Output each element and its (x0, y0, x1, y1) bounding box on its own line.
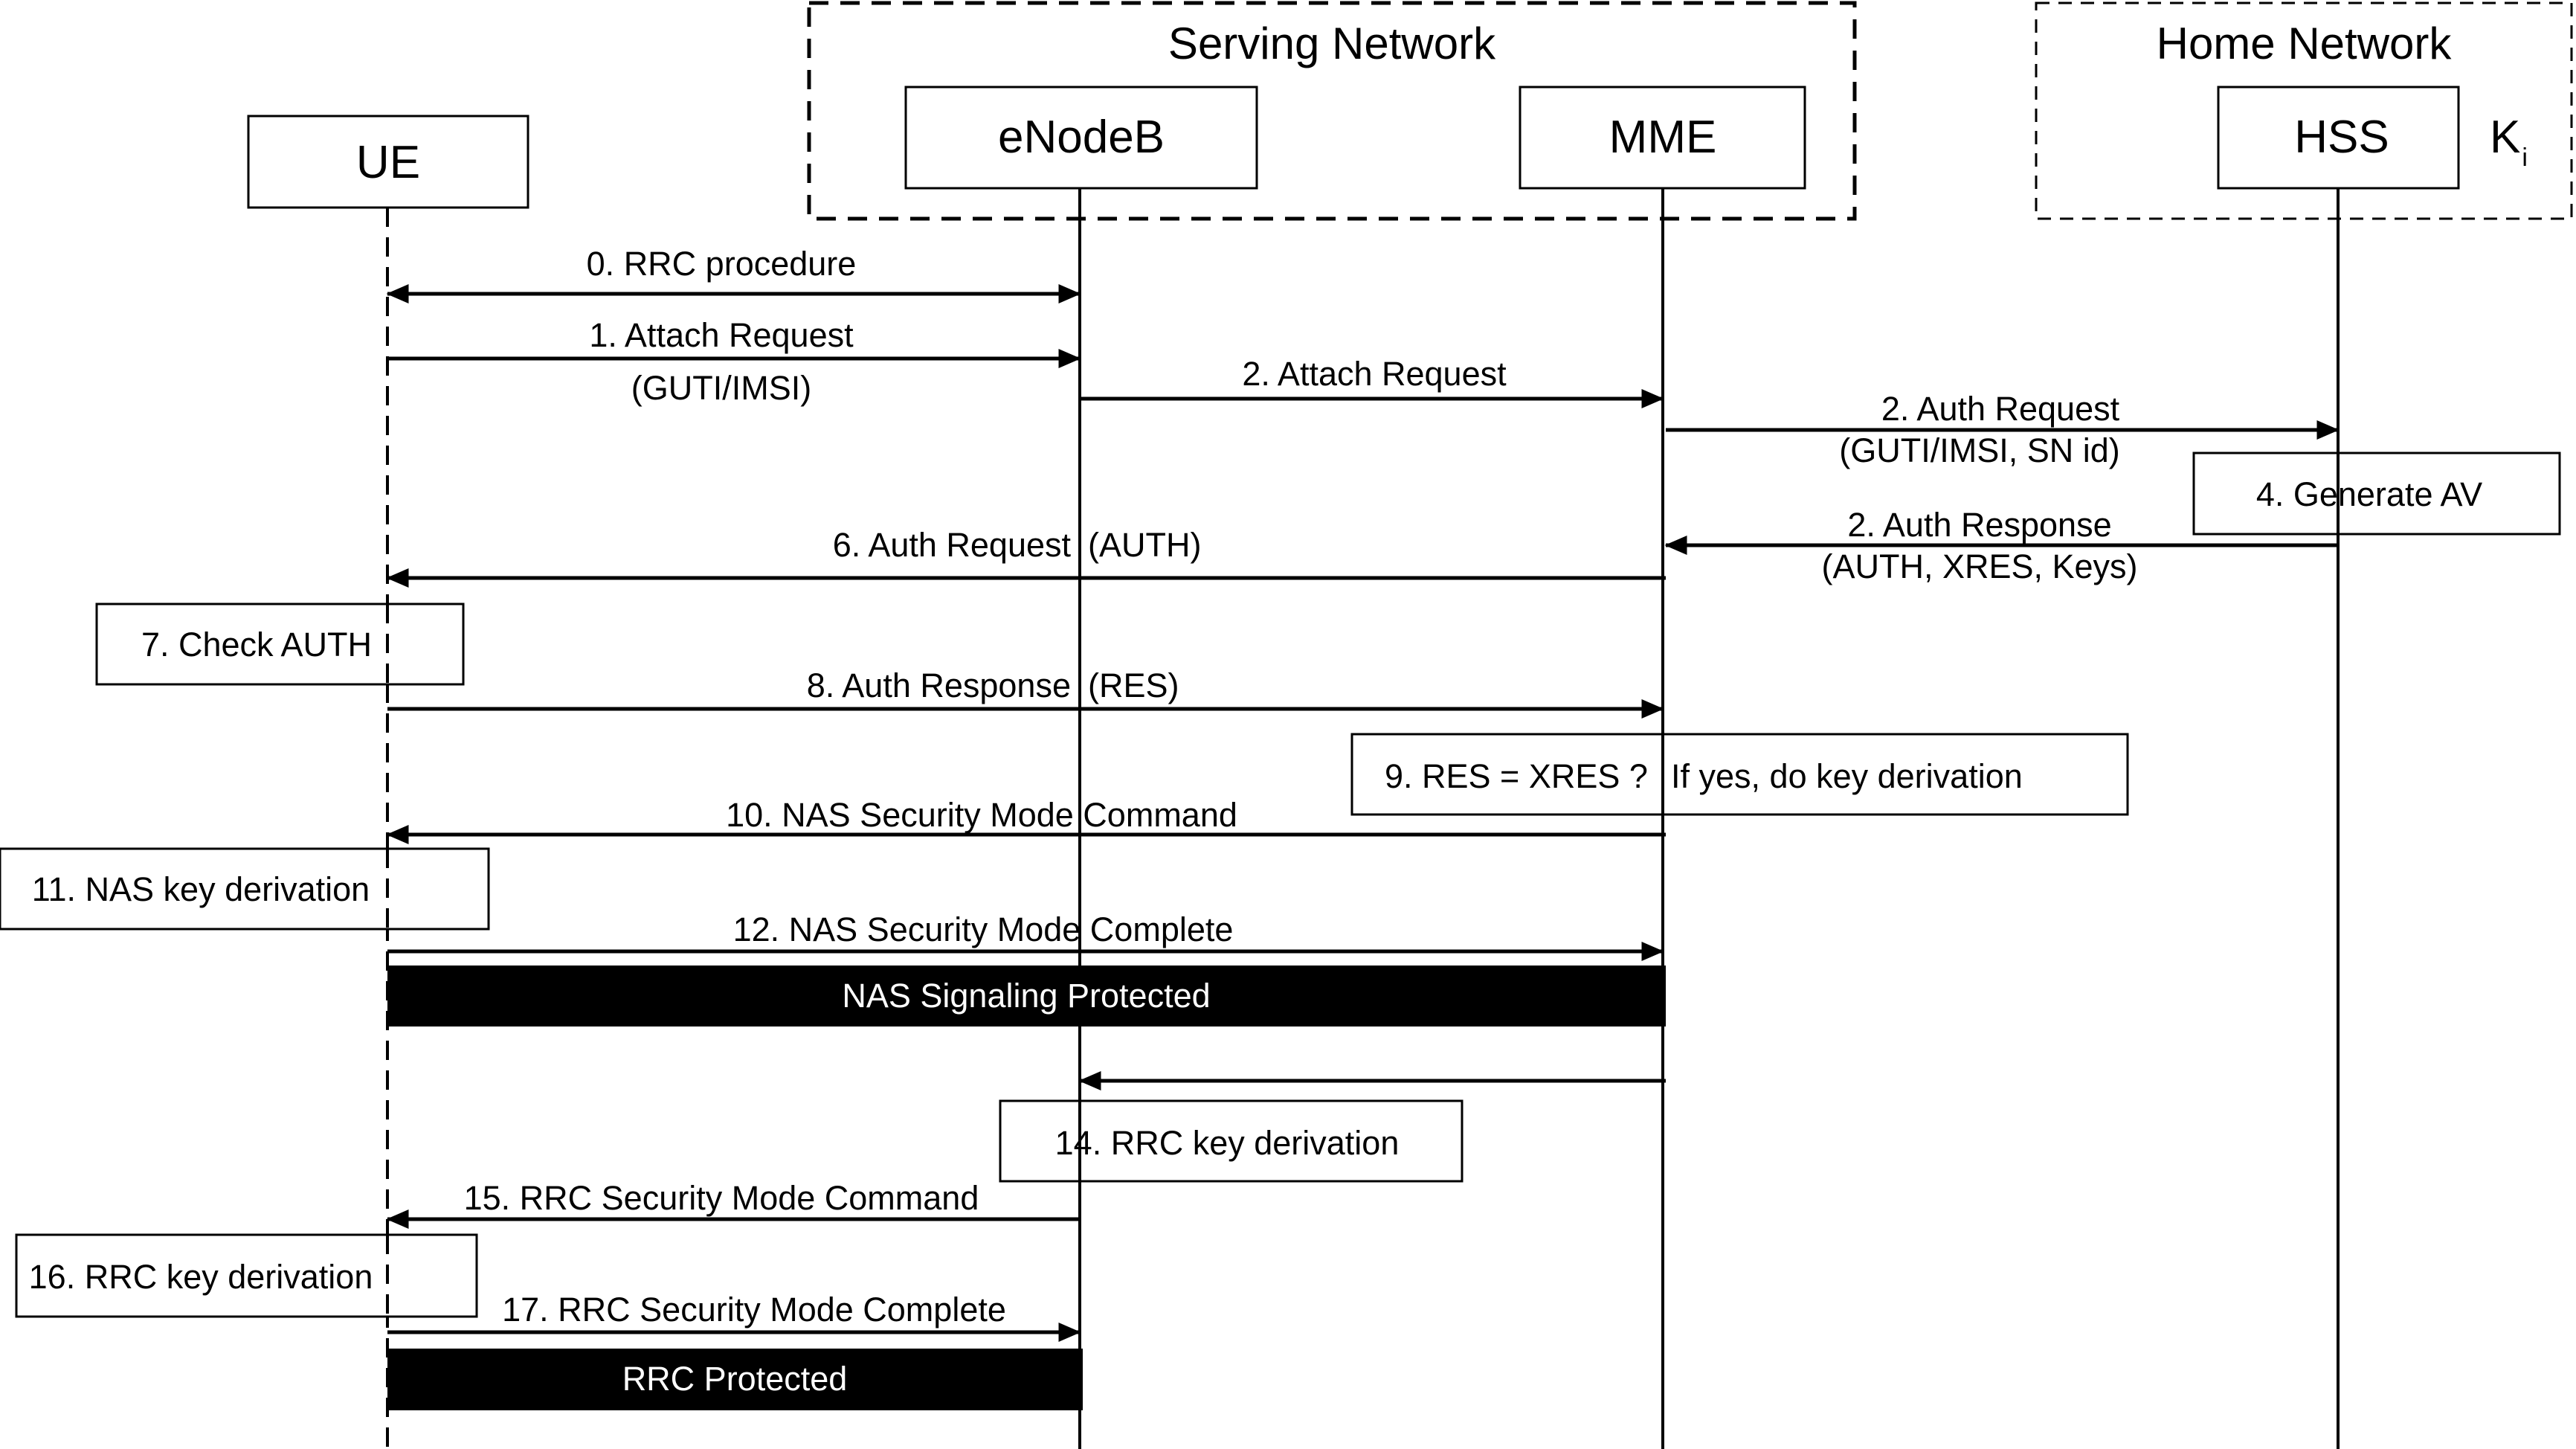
msg-6-label: 6. Auth Request (833, 526, 1072, 564)
nas-protected-label: NAS Signaling Protected (842, 977, 1210, 1015)
participant-hss-label: HSS (2294, 112, 2389, 163)
msg-10-label: 10. NAS Security Mode Command (726, 796, 1237, 834)
participant-ue-label: UE (356, 137, 420, 188)
participant-mme-label: MME (1609, 112, 1717, 163)
step-9-action-label: If yes, do key derivation (1671, 757, 2023, 795)
participant-hss: HSS (2217, 86, 2460, 190)
step-7-label: 7. Check AUTH (141, 626, 372, 664)
msg-15-label: 15. RRC Security Mode Command (464, 1179, 979, 1217)
home-network-label: Home Network (2157, 19, 2453, 68)
msg-2c-param: (AUTH, XRES, Keys) (1821, 547, 2137, 585)
msg-2b-label: 2. Auth Request (1881, 390, 2120, 428)
step-4-label: 4. Generate AV (2256, 475, 2482, 513)
hss-key-main: K (2490, 112, 2520, 163)
msg-2a-label: 2. Attach Request (1242, 355, 1507, 393)
participant-mme: MME (1519, 86, 1806, 190)
sequence-diagram: Serving Network Home Network UE eNodeB M… (0, 0, 2576, 1449)
msg-8-param: (RES) (1088, 666, 1179, 704)
step-14-label: 14. RRC key derivation (1055, 1124, 1400, 1162)
participant-enodeb: eNodeB (904, 86, 1258, 190)
msg-17-label: 17. RRC Security Mode Complete (502, 1291, 1006, 1328)
msg-8-label: 8. Auth Response (807, 666, 1071, 704)
participant-enodeb-label: eNodeB (998, 112, 1165, 163)
step-11-label: 11. NAS key derivation (32, 870, 370, 908)
msg-6-param: (AUTH) (1088, 526, 1201, 564)
rrc-protected-label: RRC Protected (622, 1360, 848, 1398)
msg-0-label: 0. RRC procedure (587, 245, 857, 283)
step-16-label: 16. RRC key derivation (29, 1258, 373, 1296)
msg-12-label: 12. NAS Security Mode Complete (733, 910, 1234, 948)
step-9-check-label: 9. RES = XRES ? (1385, 757, 1648, 795)
msg-1-label: 1. Attach Request (589, 316, 854, 354)
participant-ue: UE (247, 115, 529, 209)
msg-2c-label: 2. Auth Response (1847, 506, 2111, 544)
serving-network-label: Serving Network (1168, 19, 1496, 68)
hss-key-subscript: i (2522, 144, 2528, 172)
msg-2b-param: (GUTI/IMSI, SN id) (1839, 431, 2120, 469)
msg-1-param: (GUTI/IMSI) (631, 369, 811, 407)
